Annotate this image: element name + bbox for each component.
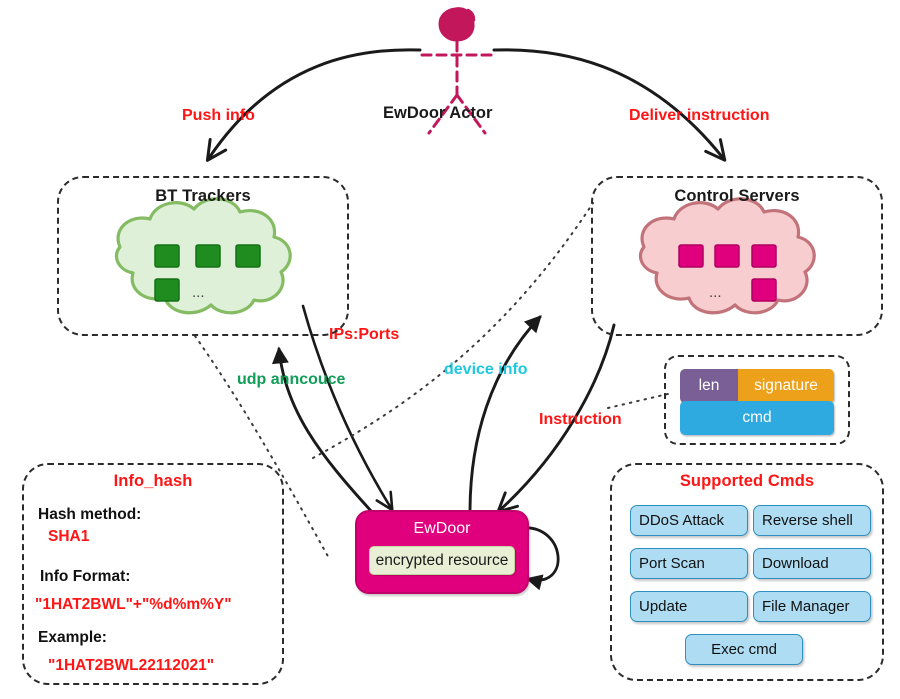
actor-label: EwDoor Actor [383, 104, 493, 122]
bt-trackers-title: BT Trackers [155, 187, 251, 205]
edge-label-push-info: Push info [182, 107, 255, 124]
info-hash-row-0-key: Hash method: [38, 506, 142, 523]
edge-label-deliver-instruction: Deliver instruction [629, 107, 770, 124]
info-hash-row-1-value: "1HAT2BWL"+"%d%m%Y" [35, 596, 232, 613]
ewdoor-title: EwDoor [413, 520, 471, 537]
info-hash-row-2-value: "1HAT2BWL22112021" [48, 657, 215, 674]
info-hash-row-0-value: SHA1 [48, 528, 90, 545]
info-hash-row-2-key: Example: [38, 629, 107, 646]
diagram-canvas: ... ... EwDoor Actor Push info Deliver i… [0, 0, 900, 699]
cmd-chip-update[interactable]: Update [630, 591, 748, 622]
edge-label-device-info: device info [444, 361, 528, 378]
edge-label-instruction: Instruction [539, 411, 622, 428]
cmd-chip-file-manager[interactable]: File Manager [753, 591, 871, 622]
info-hash-row-1-key: Info Format: [40, 568, 131, 585]
supported-cmds-group[interactable]: Supported Cmds DDoS Attack Reverse shell… [610, 463, 884, 681]
dotted-instruction-to-packet [607, 392, 673, 409]
packet-field-cmd: cmd [680, 401, 834, 435]
edge-label-udp-announce: udp anncouce [237, 371, 346, 388]
cmd-chip-reverse-shell[interactable]: Reverse shell [753, 505, 871, 536]
cmd-chip-download[interactable]: Download [753, 548, 871, 579]
ewdoor-node[interactable]: EwDoor encrypted resource [355, 510, 529, 594]
cmd-chip-exec-cmd[interactable]: Exec cmd [685, 634, 803, 665]
info-hash-group[interactable]: Info_hash Hash method: SHA1 Info Format:… [22, 463, 284, 685]
packet-field-signature: signature [738, 369, 834, 403]
cmd-chip-port-scan[interactable]: Port Scan [630, 548, 748, 579]
control-servers-group[interactable]: Control Servers [591, 176, 883, 336]
arrow-deliver-instruction [492, 48, 727, 162]
info-hash-title: Info_hash [113, 472, 193, 490]
supported-cmds-title: Supported Cmds [679, 472, 815, 490]
packet-field-len: len [680, 369, 738, 403]
arrow-device-info [468, 315, 542, 514]
control-servers-title: Control Servers [674, 187, 800, 205]
cmd-chip-ddos-attack[interactable]: DDoS Attack [630, 505, 748, 536]
packet-structure-group[interactable]: len signature cmd [664, 355, 850, 445]
ewdoor-encrypted-resource: encrypted resource [369, 546, 515, 575]
bt-trackers-group[interactable]: BT Trackers [57, 176, 349, 336]
